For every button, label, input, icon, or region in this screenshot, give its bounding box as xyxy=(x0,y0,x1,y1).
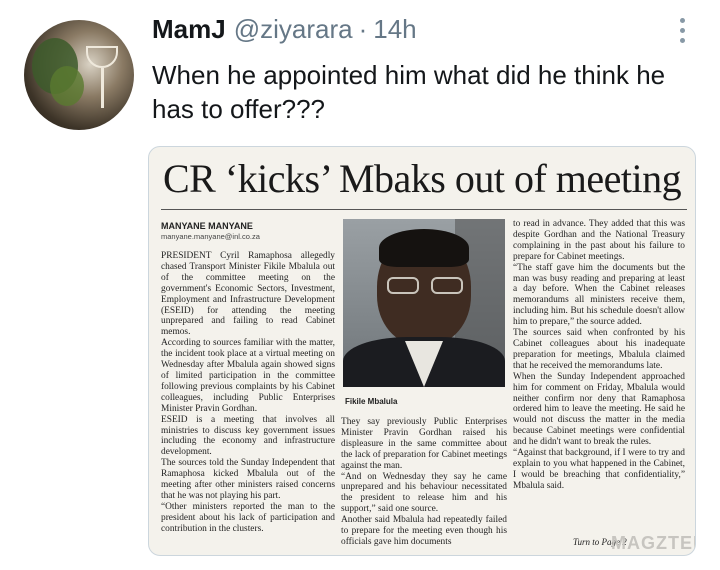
magzter-watermark: MAGZTER xyxy=(611,533,695,553)
author-email: manyane.manyane@inl.co.za xyxy=(161,232,260,241)
article-column-3: to read in advance. They added that this… xyxy=(513,219,685,491)
article-photo xyxy=(343,219,505,387)
tweet-header: MamJ @ziyarara · 14h xyxy=(152,14,417,50)
tweet-timestamp[interactable]: 14h xyxy=(373,14,416,45)
headline-rule xyxy=(161,209,687,210)
more-vertical-icon[interactable] xyxy=(676,18,688,48)
display-name[interactable]: MamJ xyxy=(152,14,226,45)
separator-dot: · xyxy=(358,14,368,44)
tweet-media-image[interactable]: CR ‘kicks’ Mbaks out of meeting MANYANE … xyxy=(148,146,696,556)
article-headline: CR ‘kicks’ Mbaks out of meeting xyxy=(163,156,682,201)
tweet-text: When he appointed him what did he think … xyxy=(152,60,666,124)
photo-caption: Fikile Mbalula xyxy=(345,397,398,406)
user-handle[interactable]: @ziyarara xyxy=(234,14,353,45)
article-column-2: They say previously Public Enterprises M… xyxy=(341,417,507,547)
avatar-glass-stem xyxy=(101,68,104,108)
user-avatar[interactable] xyxy=(24,20,134,130)
article-column-1: PRESIDENT Cyril Ramaphosa allegedly chas… xyxy=(161,251,335,534)
glasses-shape xyxy=(387,277,465,295)
avatar-plant-leaf xyxy=(50,66,84,106)
avatar-wine-glass xyxy=(86,46,118,68)
article-byline: MANYANE MANYANE xyxy=(161,221,253,231)
